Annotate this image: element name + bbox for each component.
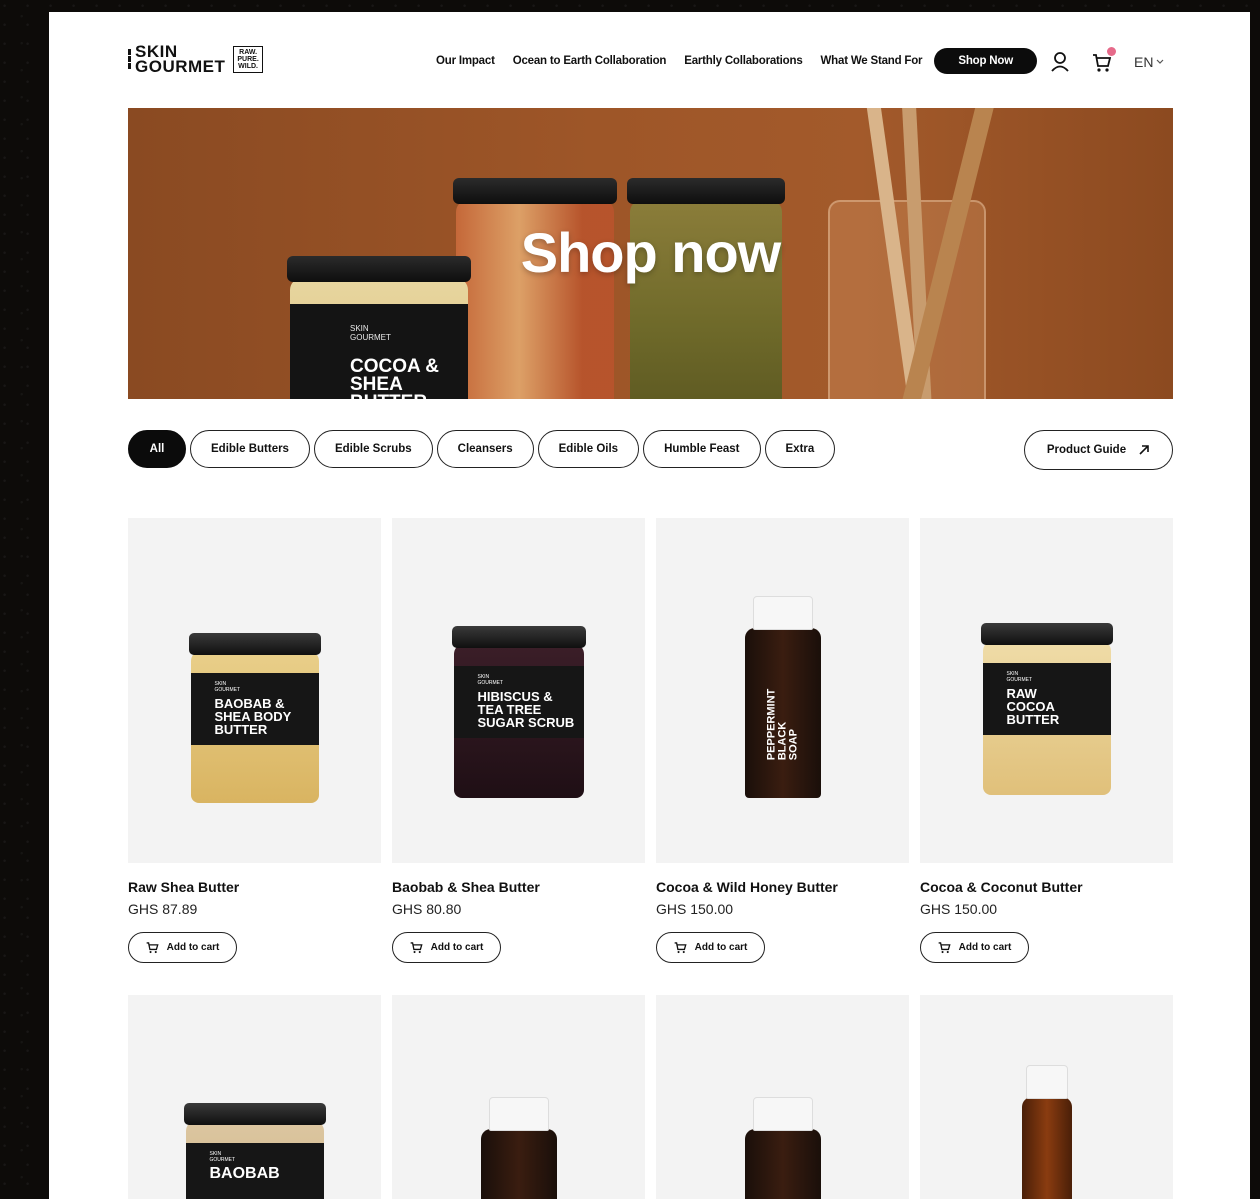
product-name[interactable]: Baobab & Shea Butter <box>392 879 645 895</box>
product-name[interactable]: Raw Shea Butter <box>128 879 381 895</box>
product-label-text: PEPPERMINT BLACK SOAP <box>765 688 799 761</box>
product-image[interactable]: SKIN GOURMET HIBISCUS & TEA TREE SUGAR SCR… <box>392 518 645 863</box>
add-to-cart-button[interactable]: Add to cart <box>656 932 765 963</box>
add-to-cart-label: Add to cart <box>958 942 1012 953</box>
product-card <box>656 995 909 1199</box>
nav-earthly-collaborations[interactable]: Earthly Collaborations <box>684 55 802 67</box>
product-name[interactable]: Cocoa & Wild Honey Butter <box>656 879 909 895</box>
shop-now-button[interactable]: Shop Now <box>934 48 1037 74</box>
product-price: GHS 87.89 <box>128 901 198 917</box>
filter-edible-scrubs[interactable]: Edible Scrubs <box>313 430 433 468</box>
product-image[interactable] <box>392 995 645 1199</box>
product-image[interactable]: PEPPERMINT BLACK SOAP <box>656 518 909 863</box>
product-name[interactable]: Cocoa & Coconut Butter <box>920 879 1173 895</box>
add-to-cart-label: Add to cart <box>430 942 484 953</box>
hero-jar-label: SKIN GOURMET COCOA & SHEA BUTTER <box>290 304 468 399</box>
product-label-text: BAOBAB & SHEA BODY BUTTER <box>214 696 292 737</box>
product-card: PEPPERMINT BLACK SOAP Cocoa & Wild Honey… <box>656 518 909 963</box>
add-to-cart-label: Add to cart <box>694 942 748 953</box>
user-icon[interactable] <box>1050 51 1070 73</box>
cart-icon[interactable] <box>1092 47 1116 73</box>
cart-count-badge <box>1107 47 1116 56</box>
product-card: SKIN GOURMET BAOBAB <box>128 995 381 1199</box>
page-card: SKIN GOURMET RAW. PURE. WILD. Our Impact… <box>49 12 1250 1199</box>
product-card: SKIN GOURMET BAOBAB & SHEA BODY BUTTER Raw… <box>128 518 381 963</box>
product-price: GHS 150.00 <box>656 901 734 917</box>
add-to-cart-button[interactable]: Add to cart <box>392 932 501 963</box>
cart-icon <box>146 942 159 954</box>
hero-jar-product: COCOA & SHEA BUTTER <box>350 356 440 399</box>
arrow-up-right-icon <box>1139 445 1149 455</box>
hero-jar-dried-flowers <box>453 178 617 399</box>
brand-logo[interactable]: SKIN GOURMET RAW. PURE. WILD. <box>128 42 263 76</box>
cart-icon <box>674 942 687 954</box>
filter-edible-oils[interactable]: Edible Oils <box>537 430 640 468</box>
product-image[interactable] <box>656 995 909 1199</box>
add-to-cart-label: Add to cart <box>166 942 220 953</box>
product-guide-button[interactable]: Product Guide <box>1024 430 1173 470</box>
product-bottle <box>744 1097 821 1199</box>
product-bottle <box>1021 1065 1072 1199</box>
product-label-text: BAOBAB <box>209 1165 280 1182</box>
product-jar: SKIN GOURMET BAOBAB & SHEA BODY BUTTER <box>188 633 321 803</box>
product-bottle <box>480 1097 557 1199</box>
product-jar: SKIN GOURMET RAW COCOA BUTTER <box>980 623 1113 795</box>
hero-title: Shop now <box>520 221 782 284</box>
product-card <box>392 995 645 1199</box>
product-image[interactable]: SKIN GOURMET BAOBAB & SHEA BODY BUTTER <box>128 518 381 863</box>
language-label: EN <box>1134 54 1154 70</box>
header-actions: EN <box>1050 47 1164 74</box>
filter-cleansers[interactable]: Cleansers <box>436 430 534 468</box>
product-price: GHS 80.80 <box>392 901 462 917</box>
product-grid-row-2: SKIN GOURMET BAOBAB <box>128 995 1173 1199</box>
product-bottle: PEPPERMINT BLACK SOAP <box>744 596 821 798</box>
chevron-down-icon <box>1157 59 1164 64</box>
main-nav: Our Impact Ocean to Earth Collaboration … <box>436 47 1037 75</box>
hero-banner: SKIN GOURMET COCOA & SHEA BUTTER Shop no… <box>128 108 1173 399</box>
nav-what-we-stand-for[interactable]: What We Stand For <box>821 55 923 67</box>
logo-wordmark: SKIN GOURMET <box>135 42 226 76</box>
add-to-cart-button[interactable]: Add to cart <box>920 932 1029 963</box>
product-card <box>920 995 1173 1199</box>
filter-all[interactable]: All <box>128 430 186 468</box>
product-label-text: HIBISCUS & TEA TREE SUGAR SCRUB <box>477 689 575 730</box>
category-filters: All Edible Butters Edible Scrubs Cleanse… <box>128 430 836 468</box>
filter-edible-butters[interactable]: Edible Butters <box>190 430 310 468</box>
add-to-cart-button[interactable]: Add to cart <box>128 932 237 963</box>
nav-ocean-to-earth[interactable]: Ocean to Earth Collaboration <box>513 55 667 67</box>
product-image[interactable]: SKIN GOURMET RAW COCOA BUTTER <box>920 518 1173 863</box>
product-card: SKIN GOURMET RAW COCOA BUTTER Cocoa & Coco… <box>920 518 1173 963</box>
product-guide-label: Product Guide <box>1046 444 1127 456</box>
language-selector[interactable]: EN <box>1134 54 1164 70</box>
filter-extra[interactable]: Extra <box>764 430 836 468</box>
product-image[interactable] <box>920 995 1173 1199</box>
filter-humble-feast[interactable]: Humble Feast <box>643 430 761 468</box>
hero-jar-rosemary <box>627 178 785 399</box>
site-header: SKIN GOURMET RAW. PURE. WILD. Our Impact… <box>49 12 1250 108</box>
product-price: GHS 150.00 <box>920 901 998 917</box>
nav-our-impact[interactable]: Our Impact <box>436 55 495 67</box>
cart-icon <box>938 942 951 954</box>
product-label-text: RAW COCOA BUTTER <box>1006 686 1060 727</box>
product-grid: SKIN GOURMET BAOBAB & SHEA BODY BUTTER Raw… <box>128 518 1173 963</box>
logo-tagline-box: RAW. PURE. WILD. <box>233 45 263 73</box>
hero-jar-brand: SKIN GOURMET <box>350 324 391 342</box>
product-jar: SKIN GOURMET HIBISCUS & TEA TREE SUGAR SCR… <box>451 626 586 798</box>
cart-icon <box>410 942 423 954</box>
product-card: SKIN GOURMET HIBISCUS & TEA TREE SUGAR SCR… <box>392 518 645 963</box>
product-jar: SKIN GOURMET BAOBAB <box>183 1103 326 1199</box>
product-image[interactable]: SKIN GOURMET BAOBAB <box>128 995 381 1199</box>
